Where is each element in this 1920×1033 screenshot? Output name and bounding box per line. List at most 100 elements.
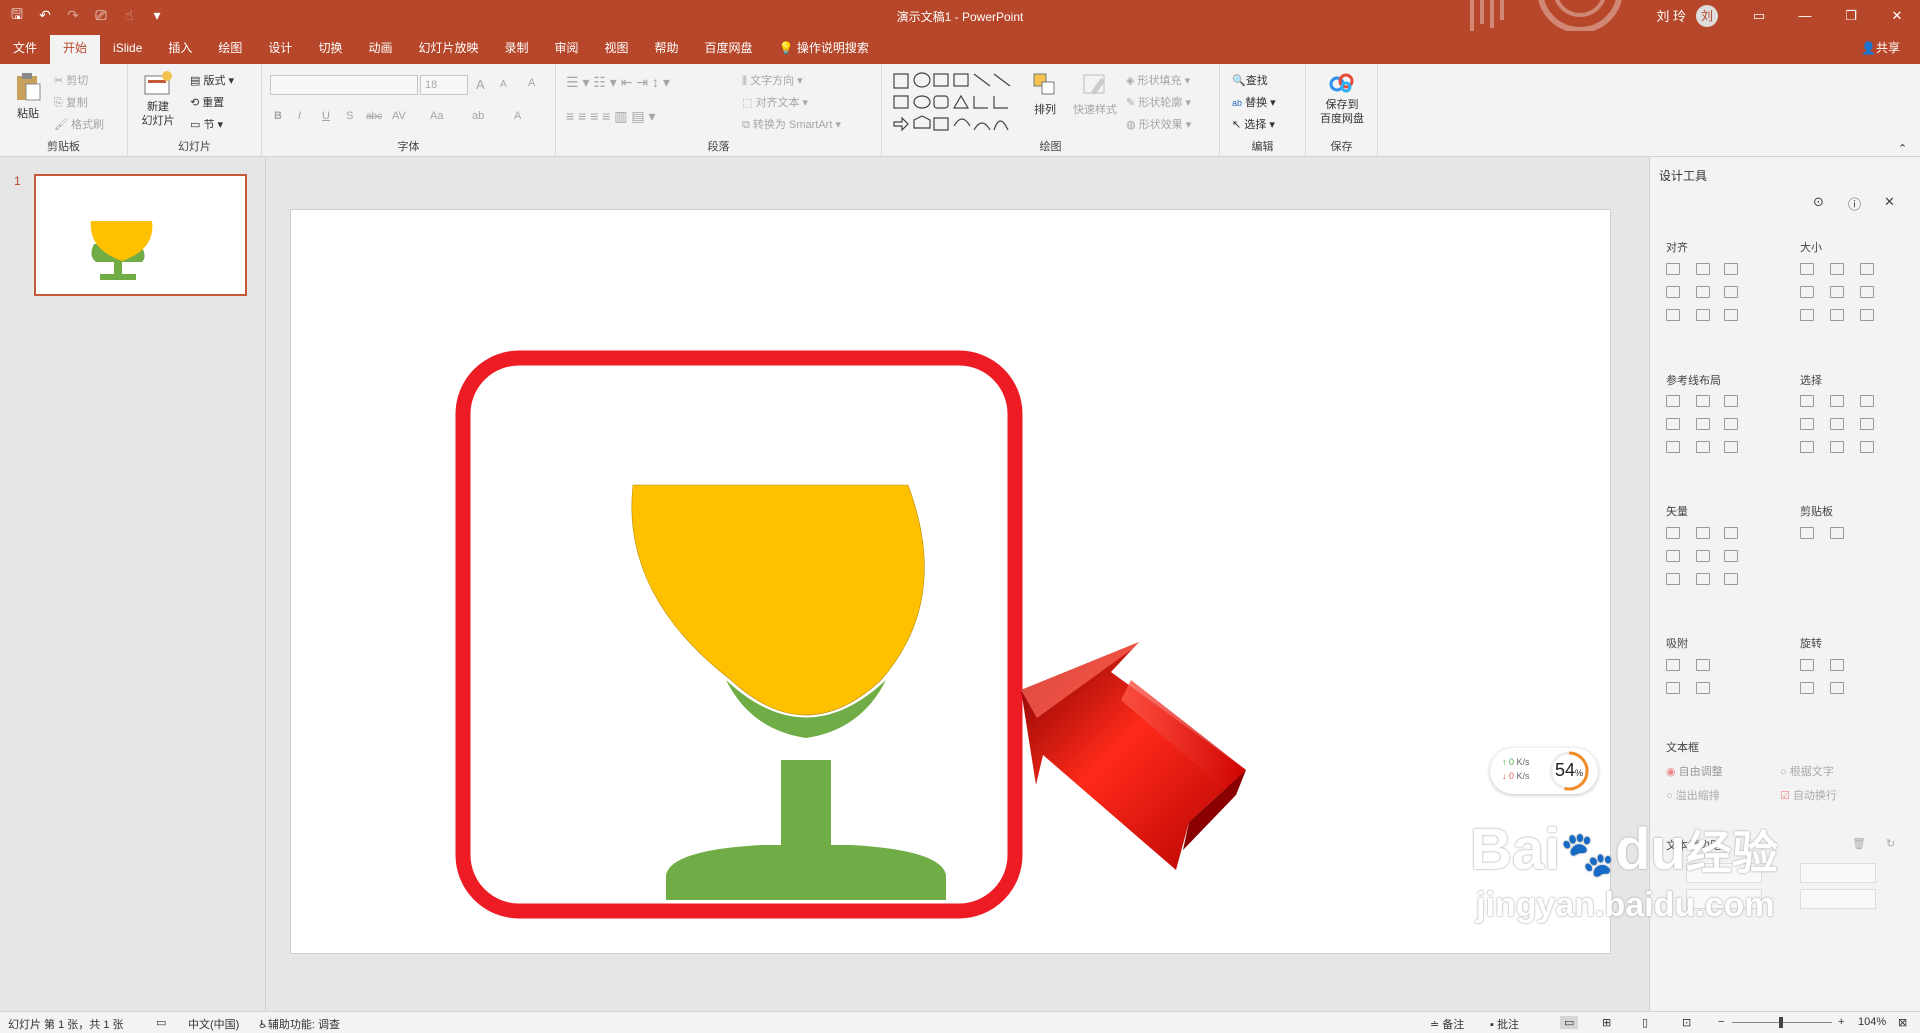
font-color-button[interactable]: A [514, 110, 521, 122]
shape-effects-button[interactable]: ◍ 形状效果 ▾ [1126, 116, 1191, 132]
tab-review[interactable]: 审阅 [542, 35, 592, 64]
strikethrough-button[interactable]: abc [366, 111, 382, 122]
snap-tool-icon[interactable] [1696, 682, 1710, 694]
align-tool-icon[interactable] [1724, 286, 1738, 298]
zoom-in-icon[interactable]: + [1838, 1016, 1844, 1028]
shadow-button[interactable]: S [346, 110, 353, 122]
layout-button[interactable]: ▤ 版式 ▾ [190, 72, 234, 88]
size-tool-icon[interactable] [1830, 286, 1844, 298]
tab-record[interactable]: 录制 [491, 35, 541, 64]
language-indicator[interactable]: 中文(中国) [188, 1016, 239, 1032]
align-tool-icon[interactable] [1724, 309, 1738, 321]
replace-button[interactable]: ab 替换 ▾ [1232, 94, 1276, 110]
reset-button[interactable]: ⟲ 重置 [190, 94, 224, 110]
margin-bottom-input[interactable] [1800, 889, 1876, 909]
customize-qat-icon[interactable]: ▾ [150, 7, 164, 24]
vector-tool-icon[interactable] [1724, 527, 1738, 539]
section-button[interactable]: ▭ 节 ▾ [190, 116, 223, 132]
wrap-option[interactable]: ☑ 自动换行 [1780, 787, 1837, 803]
align-text-button[interactable]: ⬚ 对齐文本 ▾ [742, 94, 808, 110]
zoom-slider[interactable] [1732, 1017, 1832, 1028]
minimize-icon[interactable]: — [1782, 8, 1828, 23]
guide-tool-icon[interactable] [1666, 441, 1680, 453]
zoom-slider-thumb[interactable] [1779, 1017, 1783, 1028]
redo-icon[interactable]: ↷ [66, 7, 80, 24]
fit-text-option[interactable]: ○ 根据文字 [1780, 763, 1834, 779]
slide-sorter-icon[interactable]: ⊞ [1602, 1016, 1611, 1029]
select-tool-icon[interactable] [1860, 441, 1874, 453]
slide-thumbnail[interactable] [34, 174, 247, 296]
size-tool-icon[interactable] [1860, 309, 1874, 321]
vector-tool-icon[interactable] [1696, 527, 1710, 539]
guide-tool-icon[interactable] [1666, 418, 1680, 430]
align-tool-icon[interactable] [1724, 263, 1738, 275]
guide-tool-icon[interactable] [1724, 418, 1738, 430]
snap-tool-icon[interactable] [1696, 659, 1710, 671]
alignment-buttons[interactable]: ≡ ≡ ≡ ≡ ▥ ▤ ▾ [566, 108, 656, 125]
help-icon[interactable]: ⓘ [1848, 194, 1861, 213]
user-name[interactable]: 刘 玲 [1656, 6, 1686, 25]
tab-draw[interactable]: 绘图 [205, 35, 255, 64]
guide-tool-icon[interactable] [1724, 441, 1738, 453]
tab-insert[interactable]: 插入 [155, 35, 205, 64]
clear-format-button[interactable]: A [528, 77, 535, 89]
tab-design[interactable]: 设计 [255, 35, 305, 64]
spell-check-icon[interactable]: ▭ [156, 1016, 166, 1029]
select-button[interactable]: ↖ 选择 ▾ [1232, 116, 1275, 132]
tab-file[interactable]: 文件 [0, 35, 50, 64]
underline-button[interactable]: U [322, 110, 330, 122]
grow-font-button[interactable]: A [476, 77, 485, 92]
new-slide-button[interactable]: 新建 幻灯片 [136, 70, 180, 128]
fit-to-window-icon[interactable]: ⊠ [1898, 1016, 1907, 1029]
convert-smartart-button[interactable]: ⧉ 转换为 SmartArt ▾ [742, 116, 841, 132]
vector-tool-icon[interactable] [1666, 550, 1680, 562]
vector-tool-icon[interactable] [1696, 550, 1710, 562]
rotate-tool-icon[interactable] [1830, 659, 1844, 671]
vector-tool-icon[interactable] [1724, 573, 1738, 585]
vector-tool-icon[interactable] [1666, 527, 1680, 539]
normal-view-icon[interactable]: ▭ [1560, 1016, 1579, 1029]
tab-baidu-netdisk[interactable]: 百度网盘 [692, 35, 766, 64]
margin-top-input[interactable] [1686, 889, 1762, 909]
select-tool-icon[interactable] [1830, 418, 1844, 430]
comments-button[interactable]: ▪ 批注 [1490, 1016, 1519, 1032]
char-spacing-button[interactable]: AV [392, 110, 406, 122]
size-tool-icon[interactable] [1830, 309, 1844, 321]
change-case-button[interactable]: Aa [430, 110, 443, 122]
guide-tool-icon[interactable] [1666, 395, 1680, 407]
share-button[interactable]: 👤共享 [1861, 39, 1900, 56]
touch-mode-icon[interactable]: ☝ [122, 7, 136, 24]
align-tool-icon[interactable] [1696, 309, 1710, 321]
collapse-ribbon-icon[interactable]: ⌃ [1898, 142, 1907, 155]
reading-view-icon[interactable]: ▯ [1642, 1016, 1648, 1029]
text-direction-button[interactable]: ⫼ 文字方向 ▾ [742, 72, 803, 88]
zoom-out-icon[interactable]: − [1718, 1016, 1724, 1028]
close-pane-icon[interactable]: ✕ [1884, 194, 1895, 210]
clipboard-tool-icon[interactable] [1800, 527, 1814, 539]
clipboard-tool-icon[interactable] [1830, 527, 1844, 539]
tab-view[interactable]: 视图 [592, 35, 642, 64]
bullets-button[interactable]: ☰ ▾ ☷ ▾ ⇤ ⇥ ↕ ▾ [566, 74, 670, 91]
paste-button[interactable]: 粘贴 [12, 72, 44, 121]
select-tool-icon[interactable] [1830, 441, 1844, 453]
copy-button[interactable]: ⎘ 复制 [54, 94, 88, 110]
cup-bowl-shape[interactable] [631, 484, 925, 716]
vector-tool-icon[interactable] [1666, 573, 1680, 585]
shape-outline-button[interactable]: ✎ 形状轮廓 ▾ [1126, 94, 1191, 110]
restore-icon[interactable]: ❐ [1828, 8, 1874, 24]
zoom-level[interactable]: 104% [1858, 1016, 1886, 1028]
align-tool-icon[interactable] [1696, 286, 1710, 298]
font-size-input[interactable]: 18 [420, 75, 468, 95]
tell-me-search[interactable]: 💡 操作说明搜索 [766, 35, 882, 64]
ribbon-display-icon[interactable]: ▭ [1736, 8, 1782, 24]
accessibility-status[interactable]: ♿辅助功能: 调查 [258, 1016, 340, 1032]
tab-transitions[interactable]: 切换 [305, 35, 355, 64]
vector-tool-icon[interactable] [1724, 550, 1738, 562]
size-tool-icon[interactable] [1800, 286, 1814, 298]
highlight-button[interactable]: ab [472, 110, 484, 122]
quick-styles-button[interactable]: 快速样式 [1072, 72, 1118, 117]
tab-help[interactable]: 帮助 [642, 35, 692, 64]
guide-tool-icon[interactable] [1696, 418, 1710, 430]
bold-button[interactable]: B [274, 110, 282, 122]
rotate-tool-icon[interactable] [1800, 682, 1814, 694]
